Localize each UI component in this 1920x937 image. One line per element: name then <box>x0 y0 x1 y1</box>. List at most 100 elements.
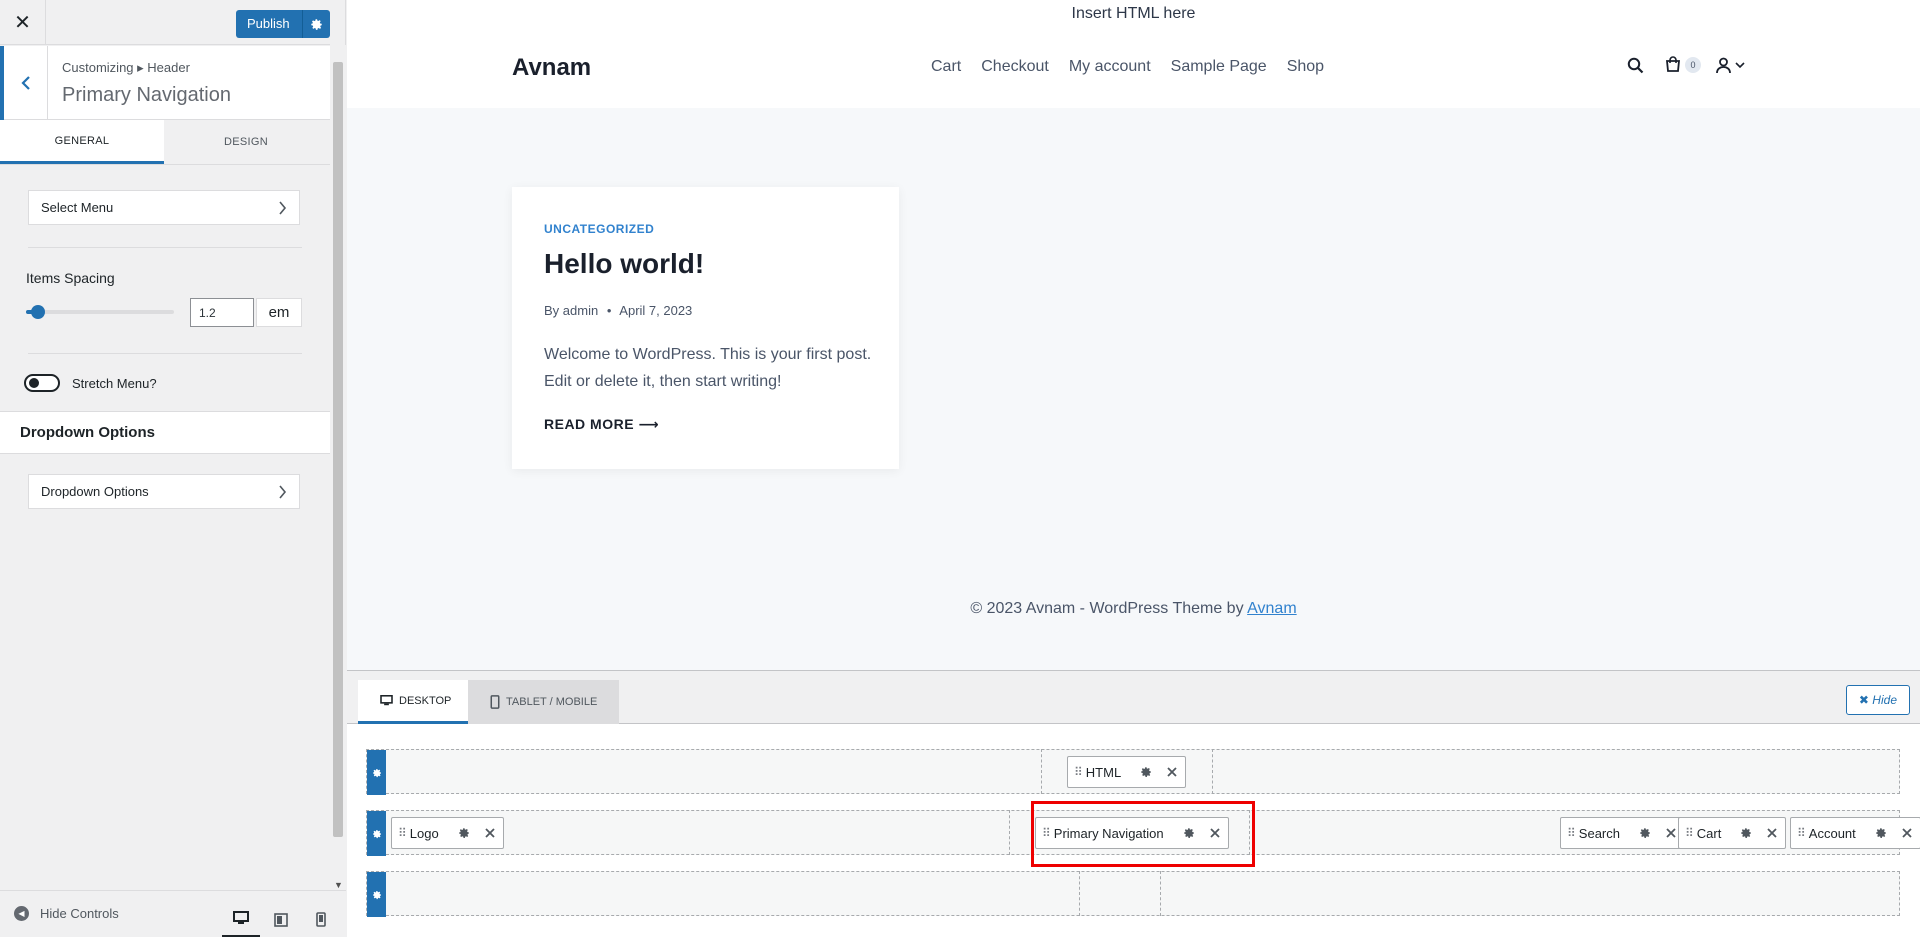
builder-item-label: Logo <box>409 825 439 841</box>
gear-icon <box>1741 828 1752 838</box>
hide-controls-label: Hide Controls <box>40 906 119 921</box>
close-icon <box>1902 828 1912 838</box>
close-icon <box>485 828 495 838</box>
row-settings-button[interactable] <box>367 872 386 917</box>
cart-button[interactable]: 0 <box>1664 56 1701 74</box>
toggle-knob <box>29 378 39 388</box>
preview-mobile-button[interactable] <box>302 901 340 937</box>
item-remove-button[interactable] <box>477 818 503 848</box>
close-customizer-button[interactable]: ✕ <box>0 0 46 45</box>
builder-item-cart[interactable]: ⠿ Cart <box>1678 817 1787 849</box>
scroll-down-arrow-icon[interactable]: ▼ <box>334 880 343 890</box>
drag-handle-icon[interactable]: ⠿ <box>1074 765 1083 779</box>
drag-handle-icon[interactable]: ⠿ <box>1567 826 1576 840</box>
builder-item-logo[interactable]: ⠿ Logo <box>391 817 504 849</box>
item-settings-button[interactable] <box>1632 818 1658 848</box>
footer-theme-link[interactable]: Avnam <box>1247 600 1297 617</box>
user-icon <box>1716 57 1731 73</box>
account-button[interactable] <box>1715 57 1745 74</box>
read-more-link[interactable]: READ MORE ⟶ <box>544 416 659 433</box>
drag-handle-icon[interactable]: ⠿ <box>1797 826 1806 840</box>
search-button[interactable] <box>1627 57 1644 74</box>
gear-icon <box>1875 828 1886 838</box>
items-spacing-slider[interactable] <box>26 305 174 319</box>
dropdown-section-heading: Dropdown Options <box>0 411 330 454</box>
publish-settings-button[interactable] <box>302 10 330 38</box>
column-divider <box>1249 810 1250 855</box>
nav-item-checkout[interactable]: Checkout <box>981 58 1049 76</box>
builder-item-account[interactable]: ⠿ Account <box>1790 817 1920 849</box>
builder-item-label: Account <box>1808 825 1856 841</box>
chevron-right-icon <box>279 484 287 499</box>
builder-tabs: DESKTOP TABLET / MOBILE ✖ Hide <box>347 672 1920 724</box>
tab-desktop[interactable]: DESKTOP <box>358 680 474 724</box>
item-remove-button[interactable] <box>1202 818 1228 848</box>
nav-item-cart[interactable]: Cart <box>931 58 961 76</box>
column-divider <box>1009 810 1010 855</box>
back-button[interactable] <box>0 46 48 120</box>
item-settings-button[interactable] <box>1133 757 1159 787</box>
customizer-topbar: ✕ Publish <box>0 0 330 45</box>
site-footer: © 2023 Avnam - WordPress Theme by Avnam <box>347 600 1920 618</box>
item-settings-button[interactable] <box>451 818 477 848</box>
post-category[interactable]: UNCATEGORIZED <box>544 222 654 236</box>
preview-desktop-button[interactable] <box>222 901 260 937</box>
slider-handle[interactable] <box>30 305 45 319</box>
builder-item-primary-navigation[interactable]: ⠿ Primary Navigation <box>1035 817 1229 849</box>
post-title[interactable]: Hello world! <box>544 248 704 280</box>
close-icon <box>1209 828 1220 838</box>
close-icon <box>1666 828 1676 838</box>
column-divider <box>1041 749 1042 794</box>
nav-item-shop[interactable]: Shop <box>1287 58 1324 76</box>
item-remove-button[interactable] <box>1759 818 1785 848</box>
footer-copyright: © 2023 Avnam - WordPress Theme by <box>970 600 1248 617</box>
tab-general[interactable]: GENERAL <box>0 120 164 164</box>
sidebar-scrollbar[interactable]: ▼ <box>330 45 346 890</box>
row-settings-button[interactable] <box>367 750 386 795</box>
nav-item-my-account[interactable]: My account <box>1069 58 1151 76</box>
publish-button[interactable]: Publish <box>236 10 303 38</box>
builder-item-search[interactable]: ⠿ Search <box>1560 817 1685 849</box>
item-remove-button[interactable] <box>1159 757 1185 787</box>
post-author[interactable]: By admin <box>544 303 598 318</box>
stretch-menu-toggle[interactable] <box>24 374 60 392</box>
row-settings-button[interactable] <box>367 811 386 856</box>
dropdown-options-button[interactable]: Dropdown Options <box>28 474 300 509</box>
items-spacing-input[interactable] <box>190 298 254 327</box>
builder-item-label: Primary Navigation <box>1053 825 1164 841</box>
preview-tablet-button[interactable] <box>262 901 300 937</box>
item-remove-button[interactable] <box>1894 818 1920 848</box>
mobile-icon <box>316 912 326 927</box>
nav-item-sample-page[interactable]: Sample Page <box>1171 58 1267 76</box>
publish-button-group: Publish <box>236 10 330 38</box>
scrollbar-thumb[interactable] <box>333 62 343 837</box>
gear-icon <box>372 768 381 777</box>
tab-design[interactable]: DESIGN <box>164 120 328 164</box>
post-date[interactable]: April 7, 2023 <box>619 303 692 318</box>
gear-icon <box>1141 767 1151 777</box>
drag-handle-icon[interactable]: ⠿ <box>1685 826 1694 840</box>
item-settings-button[interactable] <box>1868 818 1894 848</box>
primary-navigation: Cart Checkout My account Sample Page Sho… <box>931 58 1324 76</box>
item-settings-button[interactable] <box>1733 818 1759 848</box>
header-icons: 0 <box>1627 56 1745 74</box>
customizer-sidebar: ✕ Publish ▼ Customizing ▸ Header Primary… <box>0 0 346 937</box>
drag-handle-icon[interactable]: ⠿ <box>1042 826 1051 840</box>
items-spacing-unit[interactable]: em <box>256 298 302 327</box>
builder-item-html[interactable]: ⠿ HTML <box>1067 756 1187 788</box>
gear-icon <box>372 829 381 838</box>
gear-icon <box>458 828 469 838</box>
drag-handle-icon[interactable]: ⠿ <box>398 826 407 840</box>
search-icon <box>1627 57 1644 73</box>
desktop-icon <box>233 911 249 924</box>
header-html-block[interactable]: Insert HTML here <box>347 5 1920 23</box>
site-logo[interactable]: Avnam <box>512 54 591 82</box>
select-menu-button[interactable]: Select Menu <box>28 190 300 225</box>
tab-tablet-mobile[interactable]: TABLET / MOBILE <box>468 680 620 724</box>
dropdown-options-label: Dropdown Options <box>41 484 149 499</box>
hide-builder-button[interactable]: ✖ Hide <box>1845 685 1910 715</box>
item-settings-button[interactable] <box>1176 818 1202 848</box>
tablet-icon <box>274 912 288 927</box>
hide-controls-button[interactable]: ◀ Hide Controls <box>14 906 119 921</box>
collapse-arrow-icon: ◀ <box>14 906 29 921</box>
